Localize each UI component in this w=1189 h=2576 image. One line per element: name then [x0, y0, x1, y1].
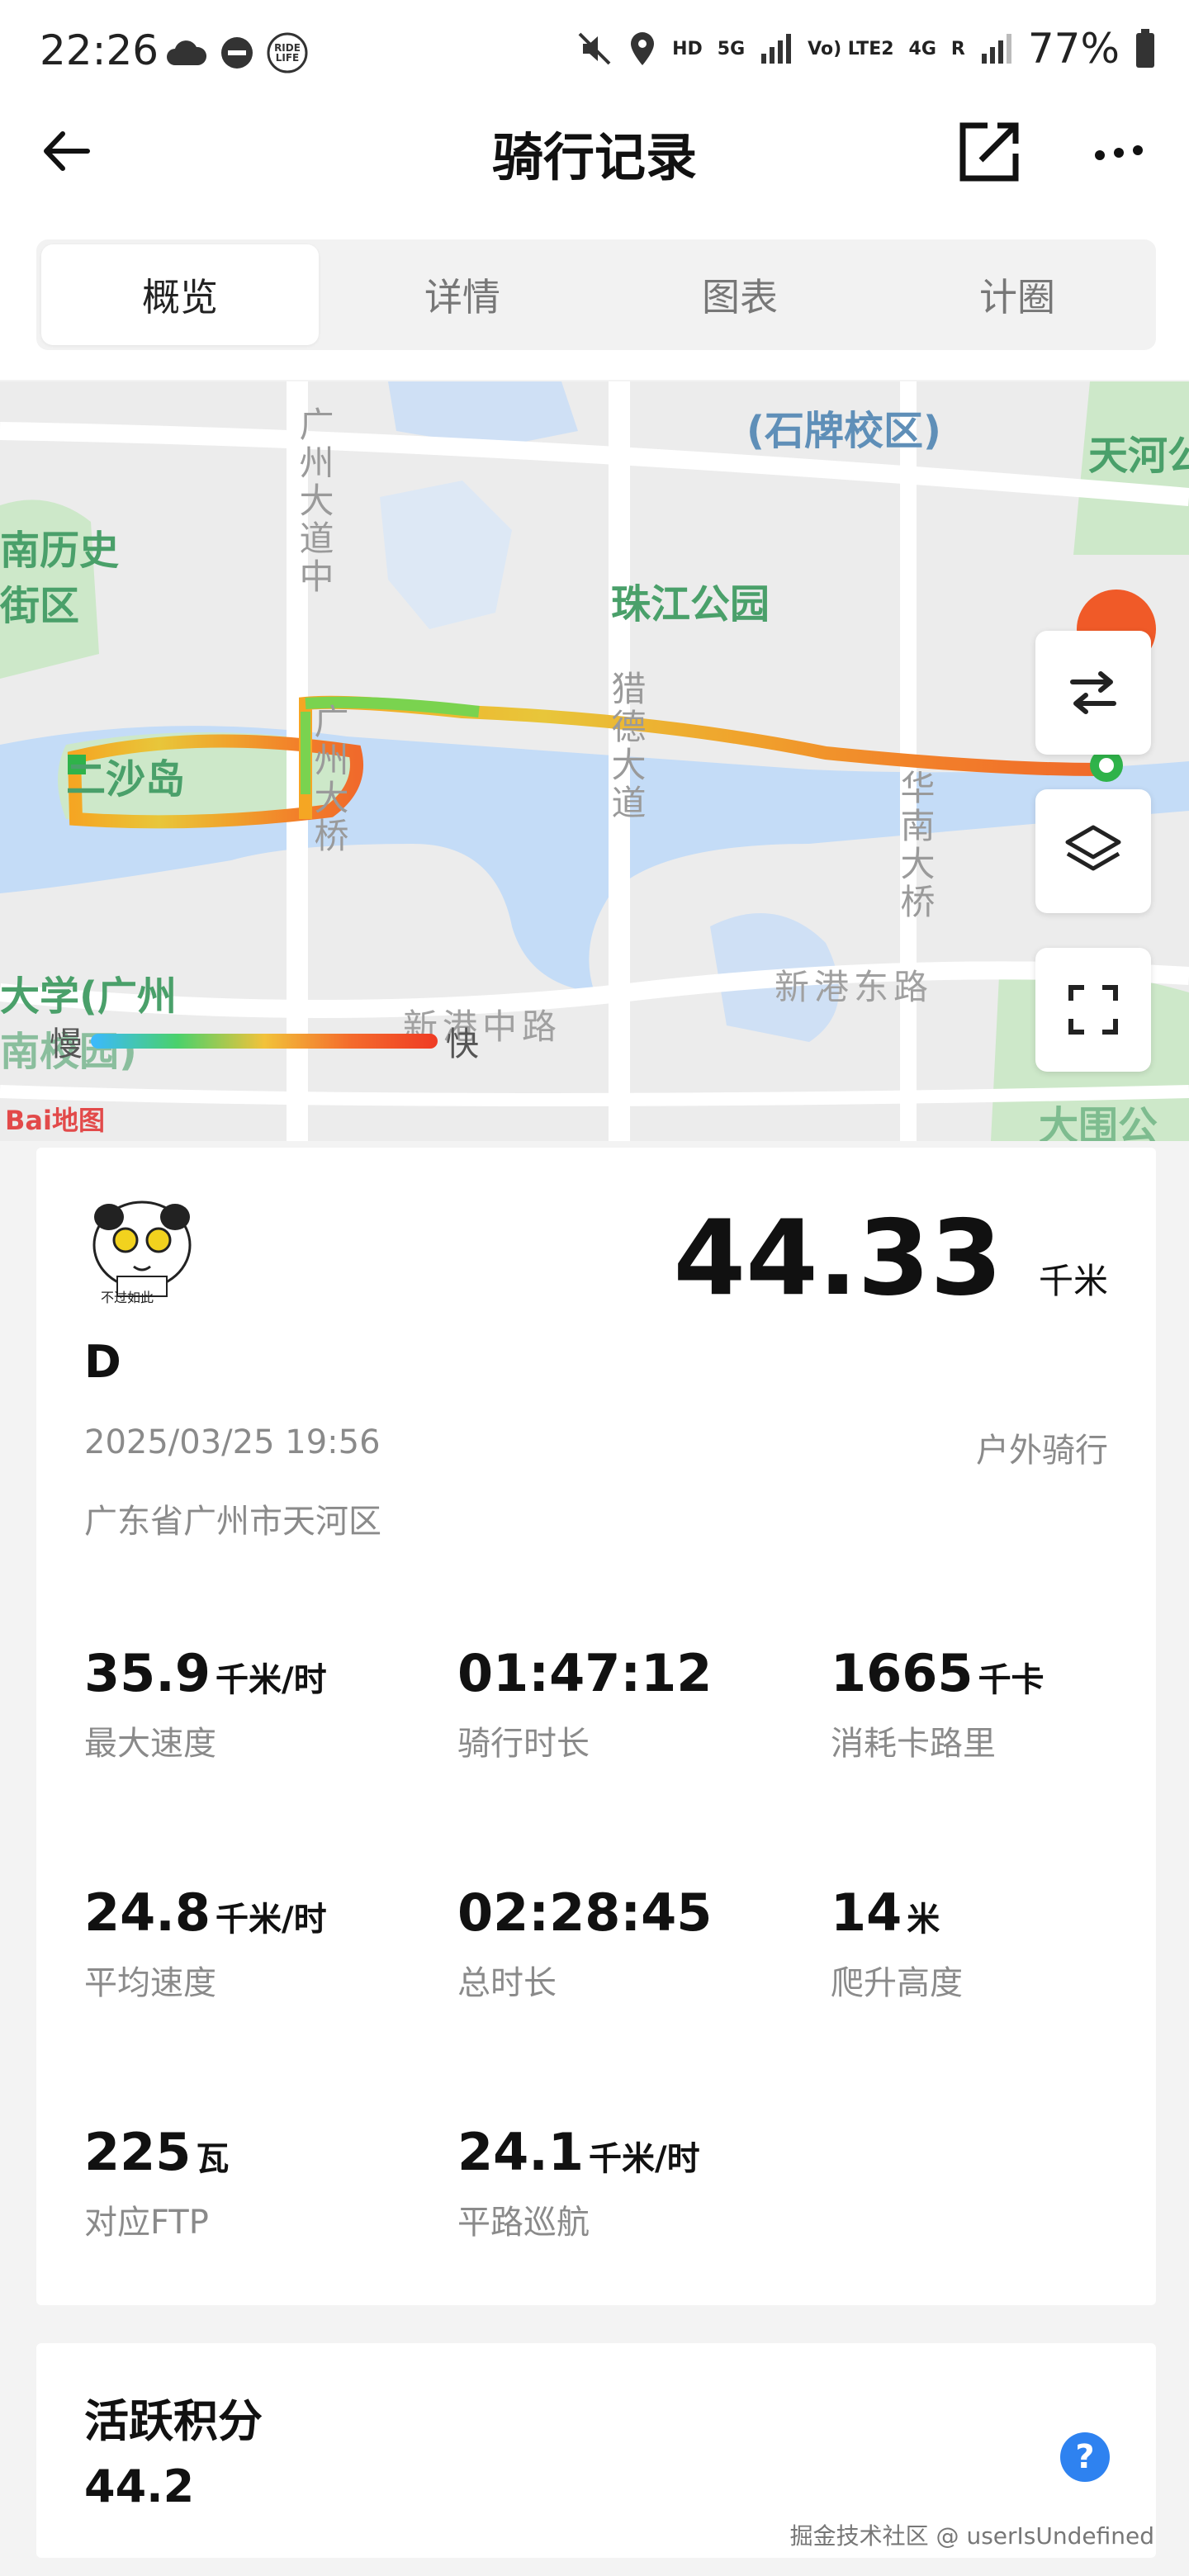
svg-text:LIFE: LIFE — [276, 52, 300, 64]
map-label-ersha-island: 二沙岛 — [66, 756, 186, 803]
tab-bar: 概览 详情 图表 计圈 — [36, 239, 1156, 350]
signal-icon — [761, 34, 792, 64]
layers-icon — [1065, 825, 1121, 871]
location-icon — [631, 32, 655, 65]
tab-laps[interactable]: 计圈 — [879, 239, 1156, 350]
map-label-district: 街区 — [0, 583, 80, 629]
speed-legend: 慢 快 — [50, 1017, 479, 1065]
dnd-icon — [221, 37, 253, 69]
map-label-xingang: 新港东路 — [775, 967, 934, 1007]
stat-value: 35.9 — [84, 1643, 211, 1703]
status-time: 22:26 — [40, 26, 159, 74]
map-tools — [1035, 631, 1151, 1106]
ride-life-icon: RIDELIFE — [267, 32, 308, 73]
stat-elevation-gain: 14 米 爬升高度 — [831, 1882, 963, 2004]
stat-label: 消耗卡路里 — [831, 1725, 996, 1763]
avatar-caption: 不过如此 — [101, 1290, 154, 1305]
map-label-bridge-left: 广州大桥 — [309, 703, 349, 855]
stat-max-speed: 35.9 千米/时 最大速度 — [84, 1643, 327, 1764]
mute-icon — [578, 32, 611, 65]
stat-label: 平路巡航 — [457, 2204, 590, 2242]
battery-percent: 77% — [1027, 25, 1120, 73]
more-options-icon[interactable] — [1090, 124, 1148, 182]
stat-label: 对应FTP — [84, 2204, 209, 2242]
route-map[interactable]: (石牌校区) 天河公 南历史 街区 广州大道中 珠江公园 二沙岛 广州大桥 猎德… — [0, 381, 1189, 1141]
watermark: 掘金技术社区 @ userIsUndefined — [789, 2522, 1154, 2550]
score-value: 44.2 — [84, 2460, 195, 2512]
stat-flat-cruise: 24.1 千米/时 平路巡航 — [457, 2122, 700, 2243]
cloud-icon — [167, 40, 207, 65]
stat-avg-speed: 24.8 千米/时 平均速度 — [84, 1882, 327, 2004]
tab-overview[interactable]: 概览 — [41, 244, 319, 345]
stat-ride-duration: 01:47:12 骑行时长 — [457, 1643, 717, 1764]
ride-datetime: 2025/03/25 19:56 — [84, 1423, 381, 1461]
map-label-guangzhou-road: 广州大道中 — [294, 406, 334, 596]
score-title: 活跃积分 — [84, 2395, 263, 2447]
map-label-huanan: 华南大桥 — [895, 769, 936, 921]
signal-2-icon — [981, 34, 1011, 64]
stat-label: 骑行时长 — [457, 1725, 590, 1763]
stat-value: 14 — [831, 1882, 902, 1943]
stat-label: 平均速度 — [84, 1964, 216, 2002]
legend-slow-label: 慢 — [50, 1025, 83, 1063]
fullscreen-button[interactable] — [1035, 948, 1151, 1072]
speed-gradient-bar — [91, 1034, 438, 1049]
stat-unit: 千米/时 — [215, 1901, 327, 1939]
stat-value: 02:28:45 — [457, 1882, 713, 1943]
tabs-container: 概览 详情 图表 计圈 — [0, 190, 1189, 380]
volte-indicator: Vo) LTE2 — [808, 38, 894, 59]
battery-icon — [1136, 29, 1154, 68]
distance-unit: 千米 — [1038, 1261, 1108, 1301]
layers-button[interactable] — [1035, 789, 1151, 913]
route-icon — [1070, 671, 1116, 714]
tab-details[interactable]: 详情 — [324, 239, 601, 350]
map-label-tianhe: 天河公 — [1088, 433, 1189, 479]
5g-indicator: 5G — [717, 38, 746, 59]
hd-indicator: HD — [672, 38, 703, 59]
distance-value: 44.33 — [673, 1197, 1002, 1319]
fullscreen-icon — [1068, 985, 1118, 1035]
stat-value: 225 — [84, 2122, 192, 2182]
map-label-zhujiang-park: 珠江公园 — [611, 581, 770, 627]
help-icon[interactable]: ? — [1060, 2432, 1110, 2482]
stat-unit: 瓦 — [196, 2140, 230, 2178]
stat-label: 爬升高度 — [831, 1964, 963, 2002]
stat-ftp: 225 瓦 对应FTP — [84, 2122, 229, 2243]
4g-indicator: 4G — [908, 38, 936, 59]
stat-unit: 米 — [907, 1901, 940, 1939]
stat-unit: 千米/时 — [588, 2140, 700, 2178]
stat-value: 24.1 — [457, 2122, 584, 2182]
ride-location: 广东省广州市天河区 — [84, 1503, 381, 1541]
route-toggle-button[interactable] — [1035, 631, 1151, 755]
share-edit-icon[interactable] — [956, 119, 1022, 185]
stat-value: 01:47:12 — [457, 1643, 713, 1703]
stat-unit: 千米/时 — [215, 1661, 327, 1699]
username: D — [84, 1336, 121, 1388]
baidu-map-logo: Bai地图 — [5, 1105, 105, 1136]
stat-value: 24.8 — [84, 1882, 211, 1943]
map-label-history: 南历史 — [0, 528, 120, 574]
map-label-school: (石牌校区) — [746, 408, 941, 454]
map-label-univ: 大学(广州 — [0, 973, 177, 1020]
stat-calories: 1665 千卡 消耗卡路里 — [831, 1643, 1045, 1764]
map-label-liede: 猎德大道 — [606, 670, 647, 822]
status-right-icons: HD 5G Vo) LTE2 4G R 77% — [576, 25, 1156, 73]
roaming-indicator: R — [950, 38, 965, 59]
status-left-icons: RIDE LIFE — [165, 31, 309, 74]
stat-label: 最大速度 — [84, 1725, 216, 1763]
status-bar: 22:26 RIDE LIFE HD 5G Vo) LTE2 4G R 77% — [0, 0, 1189, 107]
ride-type: 户外骑行 — [976, 1432, 1108, 1470]
stat-label: 总时长 — [457, 1964, 557, 2002]
legend-fast-label: 快 — [446, 1025, 479, 1063]
stat-value: 1665 — [831, 1643, 973, 1703]
top-bar: 骑行记录 — [0, 107, 1189, 190]
ride-summary-card: 不过如此 44.33 千米 D 2025/03/25 19:56 户外骑行 广东… — [36, 1148, 1156, 2305]
stat-total-duration: 02:28:45 总时长 — [457, 1882, 717, 2004]
stat-unit: 千卡 — [978, 1661, 1045, 1699]
tab-charts[interactable]: 图表 — [601, 239, 879, 350]
